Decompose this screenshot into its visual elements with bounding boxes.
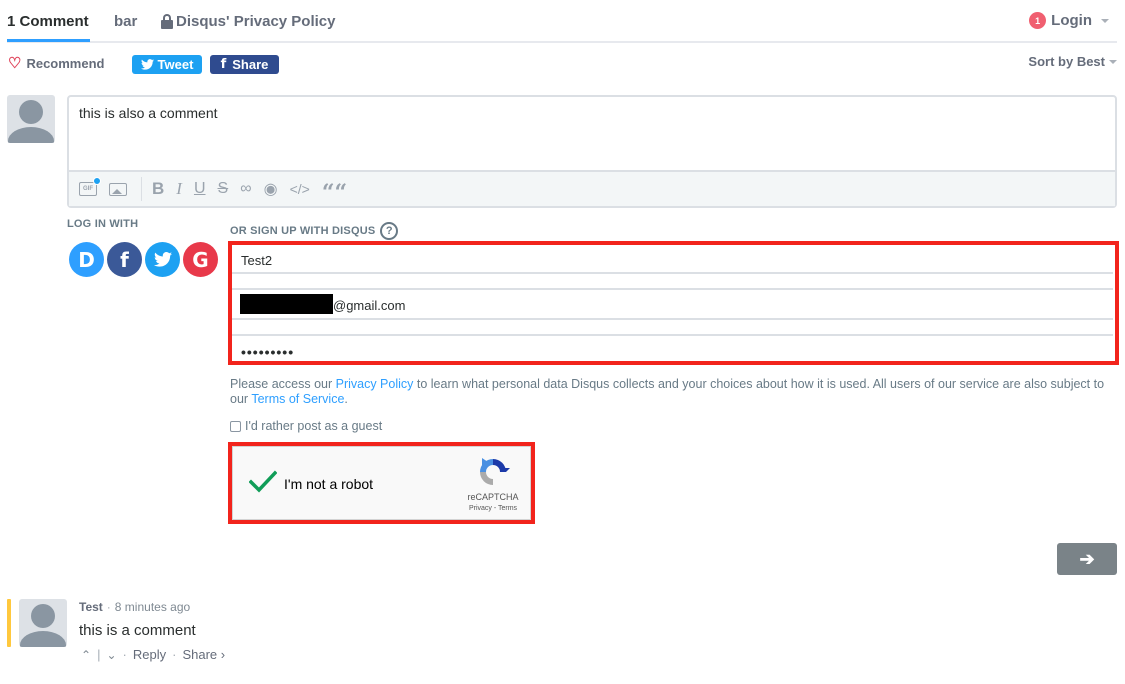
login-with-label: LOG IN WITH bbox=[67, 218, 139, 230]
signup-label: OR SIGN UP WITH DISQUS bbox=[230, 225, 376, 237]
downvote-icon[interactable]: ⌄ bbox=[106, 648, 116, 662]
notification-badge[interactable]: 1 bbox=[1029, 12, 1047, 29]
link-icon[interactable]: ∞ bbox=[240, 179, 251, 199]
captcha-highlight-box bbox=[228, 442, 535, 524]
twitter-bird-icon bbox=[140, 59, 154, 70]
separator: · bbox=[122, 647, 127, 662]
sort-label: Sort by Best bbox=[1028, 54, 1105, 69]
arrow-right-icon: ➔ bbox=[1079, 548, 1095, 569]
privacy-notice: Please access our Privacy Policy to lear… bbox=[230, 377, 1110, 407]
bold-icon[interactable]: B bbox=[152, 179, 164, 199]
terms-of-service-link[interactable]: Terms of Service bbox=[251, 392, 344, 406]
help-icon[interactable]: ? bbox=[380, 222, 399, 240]
privacy-policy-link[interactable]: Privacy Policy bbox=[336, 377, 414, 391]
gif-icon: GIF bbox=[79, 177, 101, 196]
gif-button[interactable]: GIF bbox=[79, 177, 101, 199]
legal-text: Please access our bbox=[230, 377, 336, 391]
quote-icon[interactable]: ““ bbox=[322, 179, 347, 206]
active-tab-indicator bbox=[7, 39, 90, 42]
twitter-login-button[interactable] bbox=[145, 242, 180, 277]
code-icon[interactable]: </> bbox=[290, 179, 310, 199]
comment-meta: Test · 8 minutes ago bbox=[79, 600, 190, 614]
recommend-button[interactable]: ♡ Recommend bbox=[8, 56, 104, 71]
share-label: Share bbox=[232, 57, 269, 72]
upvote-icon[interactable]: ⌃ bbox=[81, 648, 91, 662]
spoiler-icon[interactable]: ◉ bbox=[264, 179, 278, 199]
comment-author[interactable]: Test bbox=[79, 600, 103, 614]
guest-label: I'd rather post as a guest bbox=[245, 419, 383, 433]
new-comment-marker bbox=[7, 599, 11, 647]
italic-icon[interactable]: I bbox=[176, 179, 182, 199]
underline-icon[interactable]: U bbox=[194, 179, 206, 199]
comment-actions: ⌃ | ⌄ · Reply · Share › bbox=[81, 647, 225, 662]
tweet-button[interactable]: Tweet bbox=[132, 55, 202, 74]
login-label: Login bbox=[1051, 12, 1092, 29]
legal-text: . bbox=[344, 392, 348, 406]
twitter-bird-icon bbox=[153, 252, 172, 267]
chevron-down-icon bbox=[1101, 18, 1109, 23]
chevron-down-icon bbox=[1109, 59, 1117, 64]
guest-checkbox[interactable] bbox=[230, 420, 241, 432]
tweet-label: Tweet bbox=[157, 57, 194, 72]
toolbar-divider bbox=[141, 177, 142, 201]
tab-privacy-policy[interactable]: Disqus' Privacy Policy bbox=[161, 13, 335, 30]
comment-input[interactable]: this is also a comment bbox=[79, 105, 218, 121]
login-menu[interactable]: 1 Login bbox=[1029, 12, 1109, 29]
tab-comments[interactable]: 1 Comment bbox=[7, 13, 89, 30]
lock-icon bbox=[161, 14, 173, 29]
vote-divider: | bbox=[97, 647, 101, 662]
form-highlight-box bbox=[228, 241, 1119, 365]
facebook-icon: f bbox=[220, 57, 227, 72]
image-upload-button[interactable] bbox=[109, 179, 127, 199]
tab-privacy-policy-label: Disqus' Privacy Policy bbox=[176, 13, 336, 30]
share-menu-button[interactable]: Share › bbox=[182, 647, 225, 662]
strikethrough-icon[interactable]: S bbox=[218, 179, 229, 199]
disqus-login-button[interactable]: D bbox=[69, 242, 104, 277]
separator: · bbox=[172, 647, 177, 662]
heart-icon: ♡ bbox=[8, 55, 22, 72]
thread-nav: 1 Comment bar Disqus' Privacy Policy 1 L… bbox=[7, 0, 1117, 43]
google-login-button[interactable]: G bbox=[183, 242, 218, 277]
separator: · bbox=[106, 600, 111, 614]
comment-avatar[interactable] bbox=[19, 599, 67, 647]
facebook-share-button[interactable]: f Share bbox=[210, 55, 279, 74]
facebook-login-button[interactable]: f bbox=[107, 242, 142, 277]
guest-option[interactable]: I'd rather post as a guest bbox=[230, 419, 382, 433]
formatting-toolbar: GIF B I U S ∞ ◉ </> ““ bbox=[69, 170, 1115, 206]
signup-header: OR SIGN UP WITH DISQUS ? bbox=[230, 222, 399, 240]
sort-dropdown[interactable]: Sort by Best bbox=[1028, 54, 1117, 69]
tab-community[interactable]: bar bbox=[114, 13, 137, 30]
comment-timestamp[interactable]: 8 minutes ago bbox=[115, 600, 190, 614]
user-avatar bbox=[7, 95, 55, 143]
social-login-list: D f G bbox=[69, 242, 218, 277]
submit-button[interactable]: ➔ bbox=[1057, 543, 1117, 575]
recommend-label: Recommend bbox=[26, 56, 105, 71]
image-icon bbox=[109, 182, 127, 196]
comment-body: this is a comment bbox=[79, 622, 196, 639]
reply-button[interactable]: Reply bbox=[133, 647, 166, 662]
comment-editor[interactable]: this is also a comment GIF B I U S ∞ ◉ <… bbox=[67, 95, 1117, 208]
